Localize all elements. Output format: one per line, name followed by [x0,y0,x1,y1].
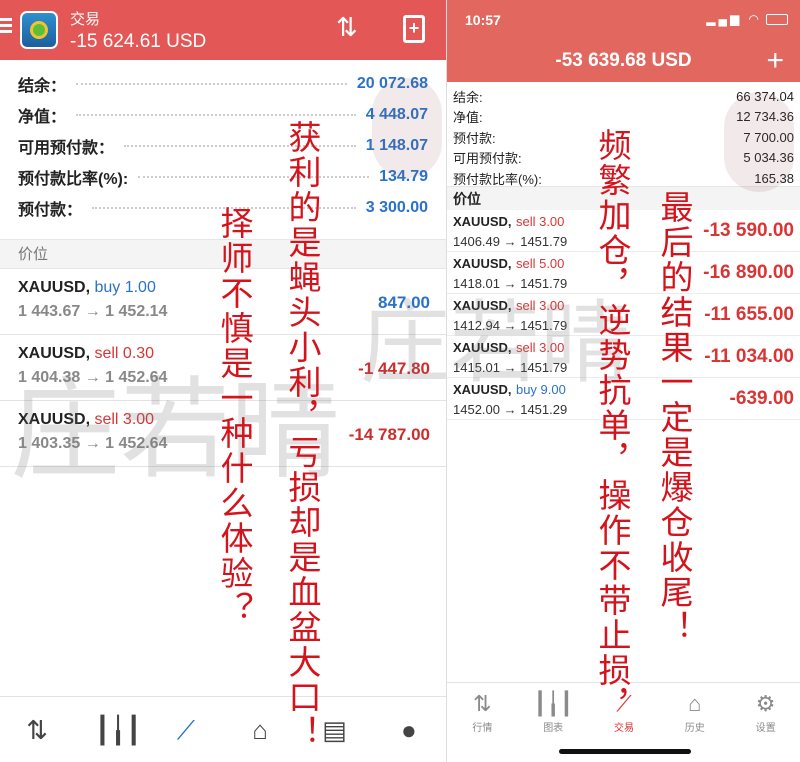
add-order-icon[interactable]: + [766,44,784,78]
summary-label: 预付款比率(%): [18,170,129,188]
settings-icon: ⚙ [755,691,776,716]
quotes-icon: ⇅ [473,691,492,716]
annotation-text: 最后的结果一定是爆仓收尾！ [655,190,694,645]
status-time: 10:57 [465,12,501,28]
position-symbol: XAUUSD, [453,214,512,229]
position-symbol: XAUUSD, [18,279,91,296]
summary-row-equity: 净值： 4 448.07 [18,99,428,130]
nav-label: 行情 [472,723,493,734]
sort-icon[interactable]: ⇅ [336,14,358,40]
position-profit: -16 890.00 [703,262,794,283]
summary-row-balance: 结余： 20 072.68 [18,68,428,99]
header-bar: -53 639.68 USD + [447,42,800,82]
nav-label: 历史 [684,723,705,734]
header-balance: -15 624.61 USD [70,31,207,52]
position-symbol: XAUUSD, [453,256,512,271]
summary-value: 3 300.00 [365,198,428,216]
summary-label: 可用预付款： [18,139,115,157]
summary-label: 结余: [453,89,483,105]
position-profit: -11 655.00 [704,304,794,325]
chart-icon: ┃╽┃ [533,691,574,716]
summary-label: 预付款： [18,201,83,219]
nav-label: 图表 [543,723,564,734]
nav-quotes[interactable]: ⇅ 行情 [452,689,512,762]
position-symbol: XAUUSD, [453,298,512,313]
position-profit: -14 787.00 [348,425,430,444]
position-profit: -639.00 [729,388,794,409]
header-bar: 交易 -15 624.61 USD ⇅ + [0,0,446,60]
position-side: sell 3.00 [94,411,155,428]
signal-wifi-battery-icon: ▂▄▆ ◠ [706,12,788,26]
position-side: sell 5.00 [515,256,565,271]
header-balance: -53 639.68 USD [555,50,692,71]
chart-icon[interactable]: ┃╽┃ [94,713,141,747]
position-symbol: XAUUSD, [453,340,512,355]
app-logo [20,11,58,49]
position-profit: -11 034.00 [704,346,794,367]
history-icon: ⌂ [688,691,702,716]
home-indicator[interactable] [559,749,691,754]
bottom-nav: ⇅ ┃╽┃ ⟋ ⌂ ▤ ● [0,696,446,762]
position-side: buy 1.00 [94,279,156,296]
position-side: sell 3.00 [515,214,565,229]
summary-label: 净值: [453,110,483,126]
status-bar: 10:57 ▂▄▆ ◠ [447,0,800,42]
position-side: sell 3.00 [515,298,565,313]
annotation-text: 获利的是蝇头小利，亏损却是血盆大口！ [283,120,322,750]
position-profit: -1 447.80 [358,359,430,378]
summary-label: 预付款: [453,130,496,146]
position-symbol: XAUUSD, [18,345,91,362]
position-profit: -13 590.00 [703,220,794,241]
page-title: 交易 [70,11,101,28]
summary-label: 净值： [18,108,67,126]
position-profit: 847.00 [378,293,430,312]
chat-icon[interactable]: ● [392,713,426,747]
news-icon[interactable]: ▤ [317,713,351,747]
position-side: buy 9.00 [515,382,566,397]
position-symbol: XAUUSD, [18,411,91,428]
seal-stamp [724,92,794,192]
summary-label: 预付款比率(%): [453,171,542,187]
summary-row-free-margin: 可用预付款： 1 148.07 [18,130,428,161]
history-icon[interactable]: ⌂ [243,713,277,747]
menu-icon[interactable] [0,15,14,41]
position-symbol: XAUUSD, [453,382,512,397]
nav-settings[interactable]: ⚙ 设置 [736,689,796,762]
nav-label: 设置 [755,723,776,734]
position-side: sell 3.00 [515,340,565,355]
annotation-text: 择师不慎是一种什么体验？ [215,206,254,626]
new-order-icon[interactable]: + [403,15,425,43]
annotation-text: 频繁加仓，逆势抗单，操作不带止损， [593,128,632,723]
trade-icon[interactable]: ⟋ [169,713,203,747]
quotes-icon[interactable]: ⇅ [20,713,54,747]
summary-label: 结余： [18,77,67,95]
summary-label: 可用预付款: [453,151,522,167]
position-side: sell 0.30 [94,345,155,362]
summary-row-margin-level: 预付款比率(%): 134.79 [18,161,428,192]
seal-stamp [372,78,442,178]
